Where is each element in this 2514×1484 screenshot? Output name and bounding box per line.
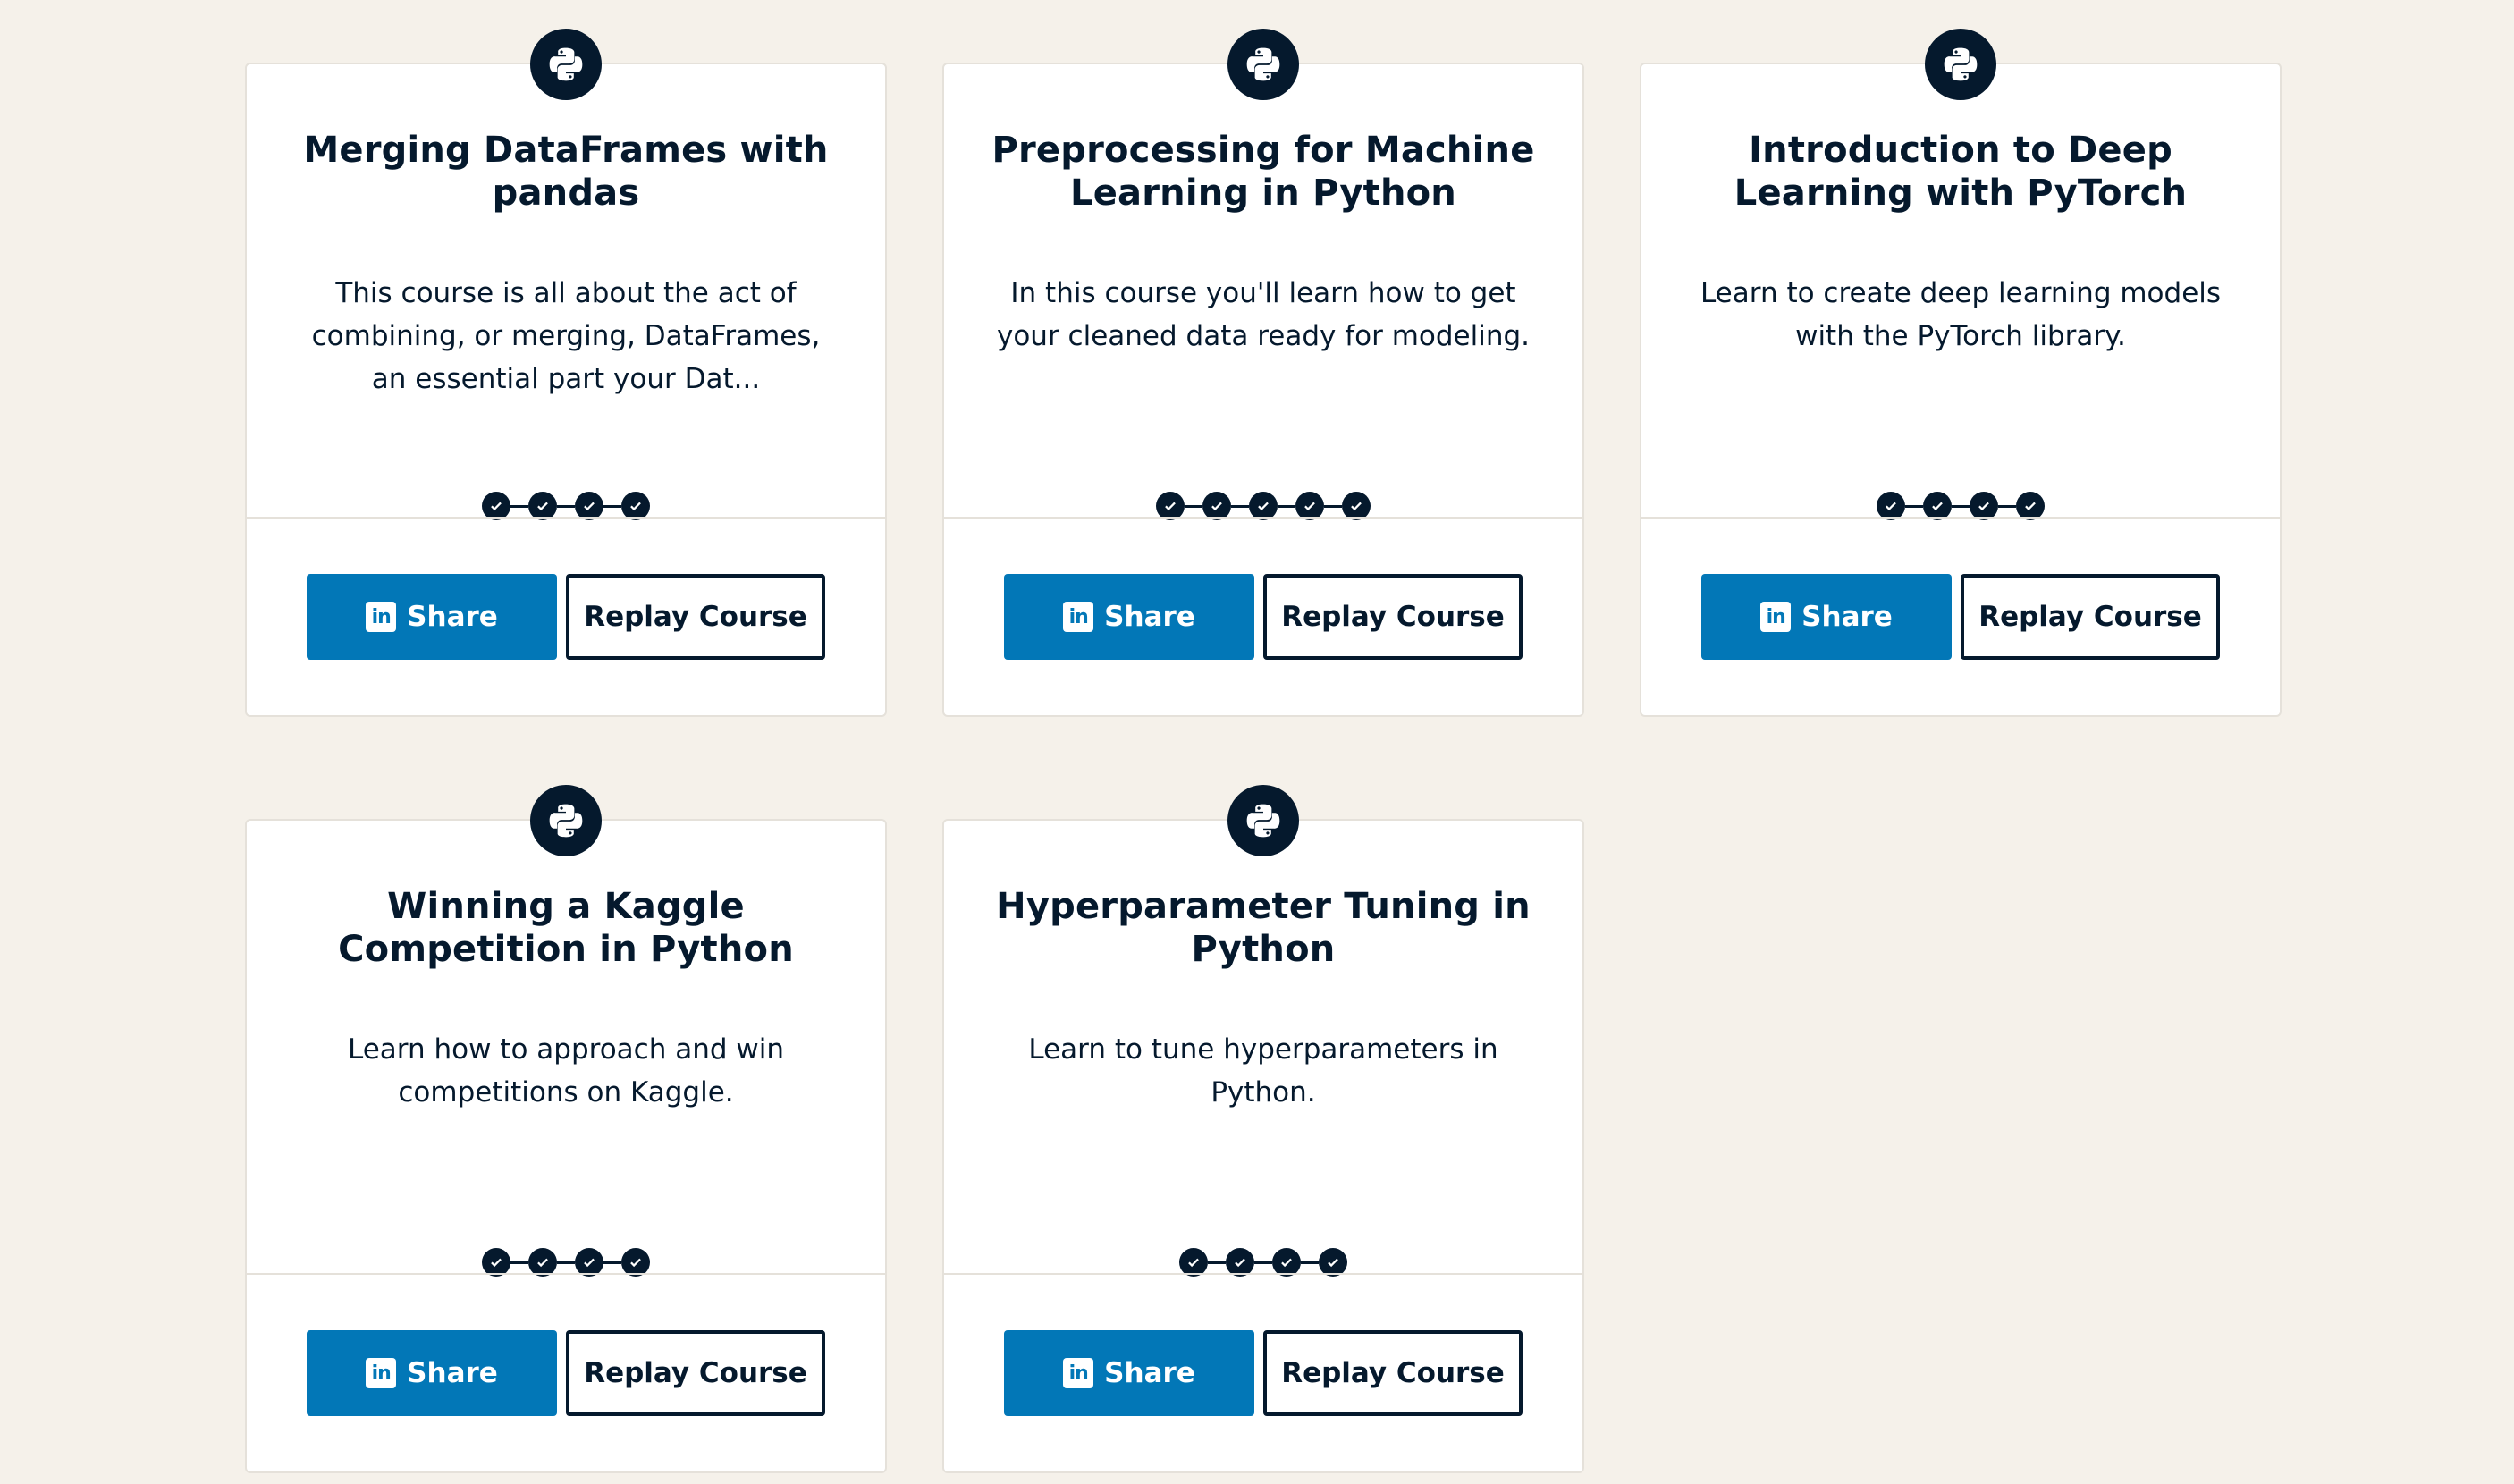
progress-connector [510,1261,528,1264]
card-divider [944,517,1582,519]
progress-connector [1254,1261,1272,1264]
course-card: Merging DataFrames with pandas This cours… [245,29,887,717]
card-actions: in Share Replay Course [247,1330,885,1416]
progress-connector [603,1261,621,1264]
check-icon [1185,1254,1202,1270]
replay-course-button[interactable]: Replay Course [566,574,825,660]
share-label: Share [407,1357,498,1389]
check-icon [1209,498,1225,514]
check-icon [1232,1254,1248,1270]
progress-connector [1952,504,1970,508]
card-divider [247,1273,885,1275]
check-icon [581,1254,597,1270]
course-card: Hyperparameter Tuning in Python Learn to … [942,785,1584,1473]
check-icon [1976,498,1992,514]
progress-connector [603,504,621,508]
course-description: Learn to tune hyperparameters in Python. [1028,1033,1498,1109]
replay-label: Replay Course [1281,1357,1505,1389]
progress-connector [1324,504,1342,508]
progress-connector [557,1261,575,1264]
course-description: Learn to create deep learning models wit… [1700,277,2222,352]
course-card-body: Winning a Kaggle Competition in Python Le… [247,821,885,1277]
replay-label: Replay Course [1978,601,2202,633]
check-icon [535,1254,551,1270]
card-divider [247,517,885,519]
course-title: Hyperparameter Tuning in Python [996,886,1531,970]
replay-course-button[interactable]: Replay Course [1263,574,1523,660]
card-divider [1641,517,2280,519]
course-card-body: Hyperparameter Tuning in Python Learn to … [944,821,1582,1277]
course-card: Preprocessing for Machine Learning in Py… [942,29,1584,717]
check-icon [488,498,504,514]
course-description: In this course you'll learn how to get y… [996,277,1531,352]
linkedin-icon: in [1760,602,1792,632]
course-title: Preprocessing for Machine Learning in Py… [991,130,1535,214]
progress-connector [1231,504,1249,508]
share-button[interactable]: in Share [1701,574,1952,660]
linkedin-icon: in [1063,602,1094,632]
check-icon [1255,498,1271,514]
linkedin-icon: in [366,602,397,632]
check-icon [581,498,597,514]
share-button[interactable]: in Share [307,1330,557,1416]
progress-connector [1905,504,1923,508]
replay-course-button[interactable]: Replay Course [566,1330,825,1416]
check-icon [1162,498,1178,514]
check-icon [1929,498,1945,514]
card-actions: in Share Replay Course [247,574,885,660]
course-title: Introduction to Deep Learning with PyTor… [1734,130,2188,214]
replay-label: Replay Course [584,1357,807,1389]
share-label: Share [1104,601,1195,633]
share-button[interactable]: in Share [1004,574,1254,660]
linkedin-icon: in [1063,1358,1094,1388]
replay-course-button[interactable]: Replay Course [1961,574,2220,660]
share-label: Share [1104,1357,1195,1389]
course-description: This course is all about the act of comb… [311,277,821,395]
linkedin-icon: in [366,1358,397,1388]
replay-label: Replay Course [584,601,807,633]
check-icon [1278,1254,1295,1270]
check-icon [1348,498,1364,514]
course-card-body: Introduction to Deep Learning with PyTor… [1641,64,2280,520]
check-icon [2022,498,2038,514]
share-label: Share [1801,601,1893,633]
progress-connector [1301,1261,1319,1264]
check-icon [1883,498,1899,514]
progress-connector [557,504,575,508]
check-icon [535,498,551,514]
check-icon [628,498,644,514]
progress-connector [1278,504,1295,508]
course-description: Learn how to approach and win competitio… [347,1033,784,1109]
course-card-body: Merging DataFrames with pandas This cours… [247,64,885,520]
progress-connector [1185,504,1202,508]
progress-connector [510,504,528,508]
card-divider [944,1273,1582,1275]
card-actions: in Share Replay Course [944,1330,1582,1416]
card-actions: in Share Replay Course [944,574,1582,660]
course-title: Winning a Kaggle Competition in Python [338,886,794,970]
check-icon [628,1254,644,1270]
course-card: Winning a Kaggle Competition in Python Le… [245,785,887,1473]
replay-label: Replay Course [1281,601,1505,633]
check-icon [1302,498,1318,514]
progress-connector [1208,1261,1226,1264]
check-icon [488,1254,504,1270]
card-actions: in Share Replay Course [1641,574,2280,660]
share-label: Share [407,601,498,633]
course-card: Introduction to Deep Learning with PyTor… [1640,29,2282,717]
share-button[interactable]: in Share [307,574,557,660]
check-icon [1325,1254,1341,1270]
replay-course-button[interactable]: Replay Course [1263,1330,1523,1416]
progress-connector [1998,504,2016,508]
share-button[interactable]: in Share [1004,1330,1254,1416]
course-card-body: Preprocessing for Machine Learning in Py… [944,64,1582,520]
course-title: Merging DataFrames with pandas [303,130,829,214]
